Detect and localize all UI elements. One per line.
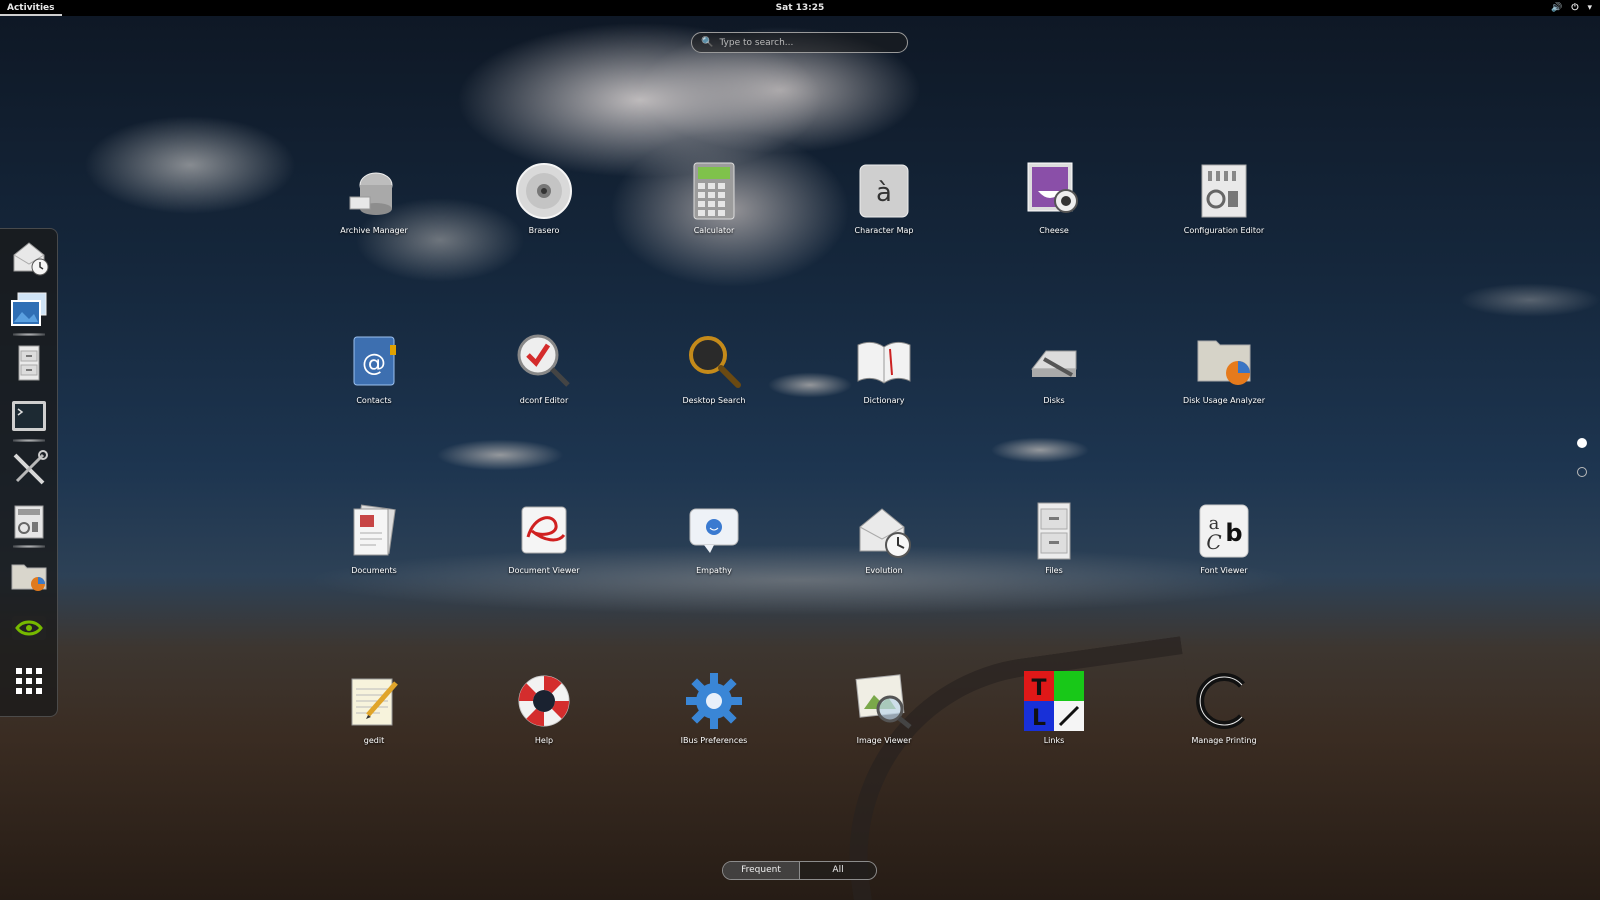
app-grid: Archive Manager Brasero Calculator à Cha… (0, 0, 1600, 900)
document-viewer-icon (521, 506, 567, 554)
app-image-viewer[interactable]: Image Viewer (819, 670, 949, 745)
frequent-tab[interactable]: Frequent (723, 862, 799, 879)
app-label: Archive Manager (340, 226, 408, 235)
app-links[interactable]: T L Links (989, 670, 1119, 745)
view-switch: Frequent All (722, 861, 877, 880)
dconf-icon (517, 334, 570, 387)
app-label: gedit (363, 736, 385, 745)
app-label: Evolution (865, 566, 903, 575)
app-label: Document Viewer (508, 566, 580, 575)
svg-text:L: L (1032, 706, 1046, 731)
app-label: Image Viewer (856, 736, 912, 745)
svg-text:b: b (1225, 519, 1242, 547)
app-manage-printing[interactable]: Manage Printing (1159, 670, 1289, 745)
app-label: Empathy (696, 566, 732, 575)
app-archive-manager[interactable]: Archive Manager (309, 160, 439, 235)
app-contacts[interactable]: @ Contacts (309, 330, 439, 405)
image-viewer-icon (855, 674, 912, 729)
printing-icon (1196, 673, 1245, 729)
app-evolution[interactable]: Evolution (819, 500, 949, 575)
app-files[interactable]: Files (989, 500, 1119, 575)
app-font-viewer[interactable]: a b C Font Viewer (1159, 500, 1289, 575)
app-label: Contacts (356, 396, 392, 405)
app-brasero[interactable]: Brasero (479, 160, 609, 235)
svg-text:T: T (1031, 676, 1046, 701)
app-label: Calculator (693, 226, 735, 235)
magnifier-icon (689, 336, 741, 388)
app-label: Desktop Search (682, 396, 746, 405)
lifebuoy-icon (518, 675, 570, 727)
app-label: dconf Editor (519, 396, 569, 405)
page-indicator-1[interactable] (1577, 438, 1587, 448)
book-icon (857, 341, 911, 384)
app-help[interactable]: Help (479, 670, 609, 745)
app-gedit[interactable]: gedit (309, 670, 439, 745)
all-tab[interactable]: All (799, 862, 876, 879)
app-ibus-preferences[interactable]: IBus Preferences (649, 670, 779, 745)
app-document-viewer[interactable]: Document Viewer (479, 500, 609, 575)
app-label: Character Map (854, 226, 914, 235)
app-calculator[interactable]: Calculator (649, 160, 779, 235)
app-label: Links (1043, 736, 1065, 745)
app-desktop-search[interactable]: Desktop Search (649, 330, 779, 405)
archive-icon (349, 172, 393, 215)
svg-text:@: @ (362, 349, 386, 377)
disks-icon (1030, 350, 1077, 377)
app-dictionary[interactable]: Dictionary (819, 330, 949, 405)
font-icon: a b C (1199, 504, 1249, 558)
app-empathy[interactable]: Empathy (649, 500, 779, 575)
cheese-icon (1027, 162, 1078, 213)
svg-text:C: C (1206, 530, 1221, 554)
app-disks[interactable]: Disks (989, 330, 1119, 405)
app-label: Help (534, 736, 554, 745)
app-label: IBus Preferences (680, 736, 748, 745)
text-editor-icon (351, 678, 398, 726)
links-icon: T L (1024, 671, 1084, 731)
app-configuration-editor[interactable]: Configuration Editor (1159, 160, 1289, 235)
app-label: Cheese (1039, 226, 1069, 235)
calculator-icon (693, 162, 735, 220)
contacts-icon: @ (353, 336, 396, 386)
app-label: Configuration Editor (1183, 226, 1265, 235)
svg-text:à: à (876, 178, 892, 208)
config-editor-icon (1201, 164, 1247, 218)
app-dconf-editor[interactable]: dconf Editor (479, 330, 609, 405)
app-label: Manage Printing (1191, 736, 1257, 745)
app-label: Disk Usage Analyzer (1182, 396, 1265, 405)
chat-icon (689, 508, 739, 553)
app-label: Dictionary (863, 396, 905, 405)
app-documents[interactable]: Documents (309, 500, 439, 575)
app-label: Documents (351, 566, 397, 575)
disk-usage-icon (1197, 340, 1251, 385)
app-cheese[interactable]: Cheese (989, 160, 1119, 235)
app-label: Font Viewer (1200, 566, 1248, 575)
app-character-map[interactable]: à Character Map (819, 160, 949, 235)
documents-icon (353, 504, 396, 556)
character-map-icon: à (859, 164, 909, 218)
gear-icon (686, 673, 742, 729)
page-indicator-2[interactable] (1577, 467, 1587, 477)
app-disk-usage-analyzer[interactable]: Disk Usage Analyzer (1159, 330, 1289, 405)
app-label: Files (1045, 566, 1063, 575)
cabinet-icon (1037, 502, 1071, 560)
evolution-icon (859, 508, 911, 558)
app-label: Disks (1043, 396, 1065, 405)
disc-icon (516, 163, 572, 219)
app-label: Brasero (528, 226, 560, 235)
